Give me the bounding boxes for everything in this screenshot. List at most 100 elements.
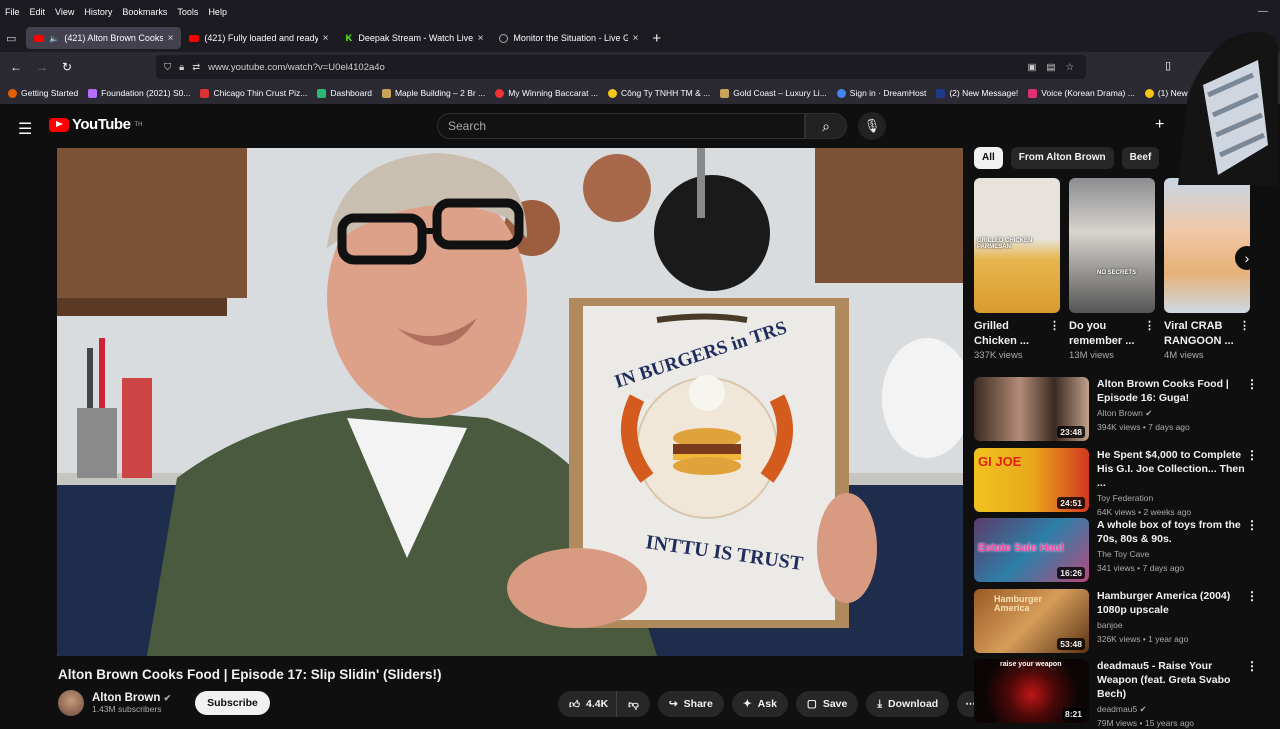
kebab-icon[interactable]: ⋮: [1246, 518, 1258, 532]
dislike-button[interactable]: 👎︎: [616, 691, 650, 717]
short-item[interactable]: Viral CRAB RANGOON ... ⋮ 4M views: [1164, 178, 1250, 361]
subscribe-button[interactable]: Subscribe: [195, 691, 270, 715]
rec-channel[interactable]: banjoe: [1097, 619, 1246, 631]
chip-from-alton-brown[interactable]: From Alton Brown: [1010, 147, 1114, 169]
tab-fully-loaded[interactable]: (421) Fully loaded and ready to… ×: [181, 27, 336, 49]
bookmark-item[interactable]: Công Ty TNHH TM & ...: [607, 88, 710, 98]
recommended-video[interactable]: Estate Sale Haul 16:26 A whole box of toy…: [974, 518, 1264, 582]
recommended-video[interactable]: Hamburger America 53:48 Hamburger America…: [974, 589, 1264, 653]
search-button[interactable]: ⌕: [805, 113, 847, 139]
rec-channel[interactable]: The Toy Cave: [1097, 548, 1246, 560]
rec-title[interactable]: Alton Brown Cooks Food | Episode 16: Gug…: [1097, 377, 1246, 405]
menu-tools[interactable]: Tools: [176, 7, 199, 17]
chip-all[interactable]: All: [974, 147, 1003, 169]
minimize-icon[interactable]: —: [1258, 6, 1268, 17]
short-thumbnail[interactable]: [1164, 178, 1250, 313]
speaker-icon[interactable]: 🔈: [49, 34, 59, 43]
kebab-icon[interactable]: ⋮: [1049, 319, 1060, 349]
menu-help[interactable]: Help: [207, 7, 228, 17]
video-thumbnail[interactable]: Hamburger America 53:48: [974, 589, 1089, 653]
kebab-icon[interactable]: ⋮: [1246, 448, 1258, 462]
tab-overview-icon[interactable]: ▭: [6, 32, 16, 45]
rec-channel[interactable]: deadmau5: [1097, 704, 1137, 714]
shield-icon[interactable]: ⛉: [164, 62, 171, 73]
chip-beef[interactable]: Beef: [1121, 147, 1160, 169]
bookmark-item[interactable]: Foundation (2021) S0...: [88, 88, 190, 98]
channel-avatar[interactable]: [58, 690, 84, 716]
short-title[interactable]: Viral CRAB RANGOON ...: [1164, 319, 1239, 349]
back-icon[interactable]: ←: [10, 60, 22, 74]
save-button[interactable]: ▢ Save: [795, 691, 859, 717]
kebab-icon[interactable]: ⋮: [1239, 319, 1250, 349]
menu-icon[interactable]: ☰: [18, 119, 32, 139]
kebab-icon[interactable]: ⋮: [1246, 589, 1258, 603]
tab-deepak-stream[interactable]: K Deepak Stream - Watch Live… ×: [336, 27, 491, 49]
url-text[interactable]: www.youtube.com/watch?v=U0el4102a4o: [208, 62, 385, 73]
bookmark-item[interactable]: Maple Building – 2 Br ...: [381, 88, 485, 98]
rec-title[interactable]: A whole box of toys from the 70s, 80s & …: [1097, 518, 1246, 546]
like-button[interactable]: 👍︎ 4.4K: [558, 691, 617, 717]
rec-channel[interactable]: Toy Federation: [1097, 492, 1246, 504]
tab-monitor-situation[interactable]: Monitor the Situation - Live Glo… ×: [491, 27, 646, 49]
bookmark-item[interactable]: Getting Started: [8, 88, 78, 98]
download-button[interactable]: ⤓ Download: [866, 691, 950, 717]
bookmark-item[interactable]: My Winning Baccarat ...: [495, 88, 598, 98]
bookmark-item[interactable]: (2) New Message!: [936, 88, 1018, 98]
bookmark-item[interactable]: Voice (Korean Drama) ...: [1028, 88, 1135, 98]
channel-name-row[interactable]: Alton Brown ✔: [92, 692, 171, 704]
short-thumbnail[interactable]: GRILLED CHICKEN PARMESAN: [974, 178, 1060, 313]
recommended-video[interactable]: GI JOE 24:51 He Spent $4,000 to Complete …: [974, 448, 1264, 518]
duration-badge: 53:48: [1057, 638, 1085, 650]
bookmark-item[interactable]: Dashboard: [317, 88, 372, 98]
bookmark-star-icon[interactable]: ☆: [1065, 62, 1074, 73]
ask-button[interactable]: ✦ Ask: [731, 691, 788, 717]
shorts-next-button[interactable]: ›: [1235, 246, 1259, 270]
menu-view[interactable]: View: [54, 7, 75, 17]
close-tab-icon[interactable]: ×: [478, 33, 484, 44]
rec-title[interactable]: Hamburger America (2004) 1080p upscale: [1097, 589, 1246, 617]
short-title[interactable]: Grilled Chicken ...: [974, 319, 1049, 349]
forward-icon[interactable]: →: [36, 60, 48, 74]
rec-channel[interactable]: Alton Brown: [1097, 408, 1143, 418]
kebab-icon[interactable]: ⋮: [1246, 377, 1258, 391]
channel-name[interactable]: Alton Brown: [92, 692, 160, 704]
kebab-icon[interactable]: ⋮: [1144, 319, 1155, 349]
short-thumbnail[interactable]: NO SECRETS: [1069, 178, 1155, 313]
short-title[interactable]: Do you remember ...: [1069, 319, 1144, 349]
close-tab-icon[interactable]: ×: [323, 33, 329, 44]
picture-in-picture-icon[interactable]: ▤: [1046, 62, 1055, 73]
search-input[interactable]: Search: [437, 113, 805, 139]
menu-bookmarks[interactable]: Bookmarks: [121, 7, 168, 17]
rec-title[interactable]: deadmau5 - Raise Your Weapon (feat. Gret…: [1097, 659, 1246, 701]
tab-alton-brown[interactable]: 🔈 (421) Alton Brown Cooks F… ×: [26, 27, 182, 49]
video-thumbnail[interactable]: raise your weapon 8:21: [974, 659, 1089, 723]
video-player[interactable]: IN BURGERS in TRS INTTU IS TRUST: [57, 148, 963, 656]
recommended-video[interactable]: 23:48 Alton Brown Cooks Food | Episode 1…: [974, 377, 1264, 441]
close-tab-icon[interactable]: ×: [168, 33, 174, 44]
share-button[interactable]: ↪ Share: [657, 691, 724, 717]
rec-title[interactable]: He Spent $4,000 to Complete His G.I. Joe…: [1097, 448, 1246, 490]
shorts-shelf: GRILLED CHICKEN PARMESAN Grilled Chicken…: [974, 178, 1250, 361]
kebab-icon[interactable]: ⋮: [1246, 659, 1258, 673]
bookmark-item[interactable]: Gold Coast – Luxury Li...: [720, 88, 827, 98]
permissions-icon[interactable]: ⇄: [192, 62, 200, 73]
menu-file[interactable]: File: [4, 7, 21, 17]
video-thumbnail[interactable]: Estate Sale Haul 16:26: [974, 518, 1089, 582]
menu-history[interactable]: History: [83, 7, 113, 17]
recommended-video[interactable]: raise your weapon 8:21 deadmau5 - Raise Y…: [974, 659, 1264, 729]
lock-icon[interactable]: 🔒︎: [179, 62, 184, 73]
voice-search-button[interactable]: 🎙︎: [858, 112, 886, 140]
short-item[interactable]: GRILLED CHICKEN PARMESAN Grilled Chicken…: [974, 178, 1060, 361]
reload-icon[interactable]: ↻: [62, 60, 72, 74]
bookmark-item[interactable]: Chicago Thin Crust Piz...: [200, 88, 307, 98]
new-tab-icon[interactable]: +: [652, 30, 661, 47]
video-thumbnail[interactable]: GI JOE 24:51: [974, 448, 1089, 512]
menu-edit[interactable]: Edit: [29, 7, 47, 17]
url-bar[interactable]: ⛉ 🔒︎ ⇄ www.youtube.com/watch?v=U0el4102a…: [156, 55, 1086, 79]
video-thumbnail[interactable]: 23:48: [974, 377, 1089, 441]
short-item[interactable]: NO SECRETS Do you remember ... ⋮ 13M view…: [1069, 178, 1155, 361]
youtube-logo[interactable]: YouTube TH: [49, 116, 142, 133]
bookmark-item[interactable]: Sign in · DreamHost: [836, 88, 926, 98]
translate-icon[interactable]: ▣: [1028, 62, 1037, 73]
close-tab-icon[interactable]: ×: [633, 33, 639, 44]
